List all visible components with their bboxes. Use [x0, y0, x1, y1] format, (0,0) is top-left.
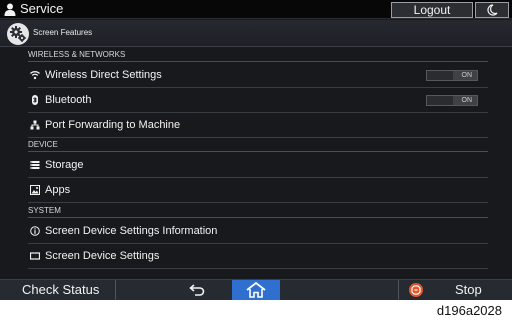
user-icon	[4, 3, 16, 16]
screen-features-badge	[7, 23, 29, 45]
page-header: Screen Features	[0, 20, 512, 47]
settings-row-label: Port Forwarding to Machine	[45, 119, 181, 131]
gear-icon	[10, 26, 26, 42]
info-icon	[30, 226, 40, 236]
stop-button[interactable]: Stop	[398, 280, 512, 300]
logout-button[interactable]: Logout	[391, 2, 473, 18]
back-arrow-icon	[189, 284, 205, 296]
bluetooth-icon	[32, 95, 38, 105]
wifi-icon	[30, 71, 40, 80]
page-title: Screen Features	[33, 28, 93, 37]
section-header-system: SYSTEM	[28, 204, 488, 218]
settings-row-label: Storage	[45, 159, 84, 171]
back-button[interactable]	[168, 280, 228, 300]
toggle-state: ON	[461, 72, 473, 79]
settings-row-label: Screen Device Settings Information	[45, 225, 218, 237]
stop-label: Stop	[455, 282, 482, 297]
screen: Service Logout Screen Features WIRELESS …	[0, 0, 512, 300]
settings-row-label: Apps	[45, 184, 71, 196]
moon-icon	[487, 4, 498, 16]
storage-icon	[30, 161, 40, 169]
top-bar: Service Logout	[0, 0, 512, 19]
settings-row-wireless-direct[interactable]: Wireless Direct Settings ON	[28, 63, 488, 88]
night-mode-button[interactable]	[475, 2, 509, 18]
bottom-bar: Check Status Stop	[0, 279, 512, 300]
display-icon	[30, 252, 40, 260]
section-header-device: DEVICE	[28, 138, 488, 152]
settings-row-label: Wireless Direct Settings	[45, 69, 162, 81]
section-header-wireless: WIRELESS & NETWORKS	[28, 48, 488, 62]
settings-row-device-info[interactable]: Screen Device Settings Information	[28, 219, 488, 244]
settings-row-port-forwarding[interactable]: Port Forwarding to Machine	[28, 113, 488, 138]
stop-icon	[409, 283, 423, 297]
home-icon	[246, 282, 266, 298]
network-icon	[30, 120, 40, 130]
settings-row-bluetooth[interactable]: Bluetooth ON	[28, 88, 488, 113]
wireless-direct-toggle[interactable]: ON	[426, 70, 478, 81]
figure-caption: d196a2028	[436, 303, 502, 318]
bluetooth-toggle[interactable]: ON	[426, 95, 478, 106]
settings-row-device-settings[interactable]: Screen Device Settings	[28, 244, 488, 269]
settings-row-apps[interactable]: Apps	[28, 178, 488, 203]
toggle-knob	[427, 71, 453, 80]
check-status-button[interactable]: Check Status	[0, 280, 116, 300]
home-button[interactable]	[232, 280, 280, 300]
toggle-knob	[427, 96, 453, 105]
app-title: Service	[20, 1, 64, 16]
toggle-state: ON	[461, 97, 473, 104]
settings-row-label: Bluetooth	[45, 94, 92, 106]
apps-icon	[30, 185, 40, 195]
settings-row-storage[interactable]: Storage	[28, 153, 488, 178]
settings-row-label: Screen Device Settings	[45, 250, 160, 262]
